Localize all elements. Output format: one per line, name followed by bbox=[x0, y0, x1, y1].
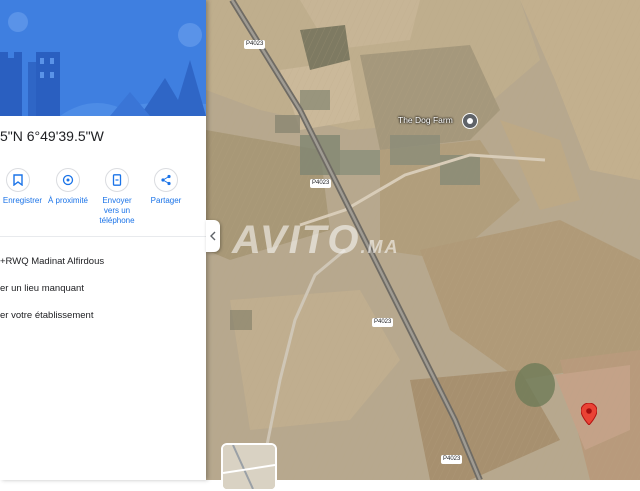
nearby-button[interactable]: À proximité bbox=[40, 168, 96, 206]
place-details-panel: 5"N 6°49'39.5"W Enregistrer À proximité … bbox=[0, 0, 206, 480]
plus-code-row[interactable]: +RWQ Madinat Alfirdous bbox=[0, 256, 104, 267]
send-to-phone-icon bbox=[105, 168, 129, 192]
divider bbox=[0, 236, 206, 237]
save-button[interactable]: Enregistrer bbox=[0, 168, 42, 205]
nearby-label: À proximité bbox=[47, 196, 88, 205]
place-hero-image bbox=[0, 0, 206, 116]
collapse-panel-button[interactable] bbox=[206, 220, 220, 252]
share-label: Partager bbox=[150, 196, 182, 205]
send-to-phone-button[interactable]: Envoyer vers un téléphone bbox=[94, 168, 140, 226]
road-label: P4023 bbox=[372, 318, 394, 327]
watermark-suffix: .MA bbox=[360, 237, 400, 257]
add-missing-place-text: er un lieu manquant bbox=[0, 283, 84, 294]
add-business-row[interactable]: er votre établissement bbox=[0, 310, 93, 321]
bookmark-icon bbox=[6, 168, 30, 192]
city-illustration bbox=[0, 0, 206, 116]
watermark-main: AVITO bbox=[232, 218, 361, 262]
nearby-icon bbox=[56, 168, 80, 192]
poi-label[interactable]: The Dog Farm bbox=[398, 115, 453, 125]
add-missing-place-row[interactable]: er un lieu manquant bbox=[0, 283, 84, 294]
layer-switcher-thumbnail[interactable] bbox=[221, 443, 277, 491]
poi-pin-icon[interactable] bbox=[462, 113, 478, 129]
send-to-phone-label: Envoyer vers un téléphone bbox=[99, 196, 135, 225]
plus-code-text: +RWQ Madinat Alfirdous bbox=[0, 256, 105, 267]
place-coordinates: 5"N 6°49'39.5"W bbox=[0, 128, 104, 144]
share-button[interactable]: Partager bbox=[143, 168, 189, 206]
road-label: P4023 bbox=[244, 40, 266, 49]
chevron-left-icon bbox=[210, 231, 216, 241]
road-label: P4023 bbox=[310, 179, 332, 188]
layer-preview-icon bbox=[223, 445, 275, 489]
watermark: AVITO.MA bbox=[232, 218, 400, 263]
add-business-text: er votre établissement bbox=[0, 310, 94, 321]
road-label: P4023 bbox=[441, 455, 463, 464]
location-marker-icon[interactable] bbox=[581, 403, 597, 425]
save-label: Enregistrer bbox=[2, 196, 42, 205]
share-icon bbox=[154, 168, 178, 192]
